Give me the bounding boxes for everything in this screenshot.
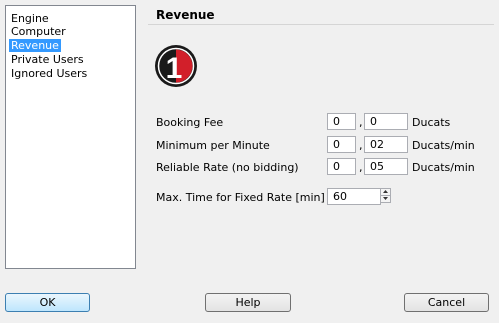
reliable-rate-unit: Ducats/min: [412, 161, 475, 174]
section-title: Revenue: [156, 8, 215, 22]
server-number-one-badge-icon: 1: [154, 44, 198, 88]
sidebar-item-revenue[interactable]: Revenue: [9, 39, 61, 52]
ok-button[interactable]: OK: [5, 293, 90, 312]
minimum-per-minute-whole-input[interactable]: [327, 136, 356, 153]
booking-fee-whole-input[interactable]: [327, 113, 356, 130]
logo-number: 1: [166, 52, 183, 85]
max-time-spinner[interactable]: [380, 188, 391, 203]
sidebar-item-private-users[interactable]: Private Users: [9, 53, 86, 66]
settings-category-list[interactable]: Engine Computer Revenue Private Users Ig…: [5, 5, 136, 269]
reliable-rate-label: Reliable Rate (no bidding): [156, 161, 299, 174]
booking-fee-label: Booking Fee: [156, 116, 224, 129]
reliable-rate-separator: ,: [359, 161, 363, 174]
booking-fee-unit: Ducats: [412, 116, 451, 129]
spin-down-arrow-icon[interactable]: [381, 196, 390, 202]
max-time-fixed-rate-input[interactable]: [327, 188, 381, 205]
sidebar-item-computer[interactable]: Computer: [9, 25, 68, 38]
sidebar-item-engine[interactable]: Engine: [9, 12, 51, 25]
reliable-rate-whole-input[interactable]: [327, 158, 356, 175]
max-time-fixed-rate-label: Max. Time for Fixed Rate [min]: [156, 191, 325, 204]
booking-fee-fraction-input[interactable]: [364, 113, 408, 130]
booking-fee-separator: ,: [359, 116, 363, 129]
title-divider: [148, 24, 494, 25]
minimum-per-minute-separator: ,: [359, 139, 363, 152]
sidebar-item-ignored-users[interactable]: Ignored Users: [9, 67, 89, 80]
reliable-rate-fraction-input[interactable]: [364, 158, 408, 175]
minimum-per-minute-unit: Ducats/min: [412, 139, 475, 152]
help-button[interactable]: Help: [205, 293, 291, 312]
spin-up-arrow-icon[interactable]: [381, 189, 390, 196]
minimum-per-minute-label: Minimum per Minute: [156, 139, 270, 152]
minimum-per-minute-fraction-input[interactable]: [364, 136, 408, 153]
cancel-button[interactable]: Cancel: [404, 293, 489, 312]
